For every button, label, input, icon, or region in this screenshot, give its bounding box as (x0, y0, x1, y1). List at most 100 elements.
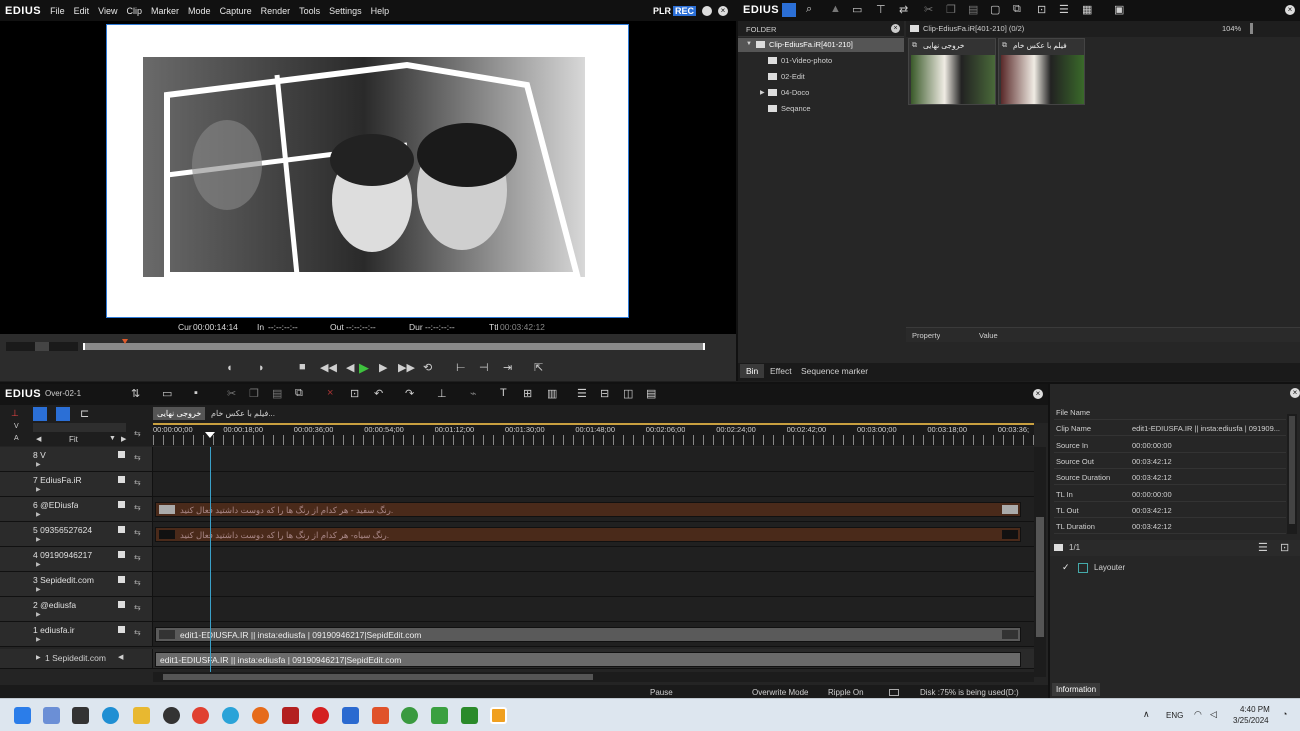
chrome-icon[interactable] (192, 707, 209, 724)
track-visibility-icon[interactable] (118, 626, 125, 633)
ripple-delete-icon[interactable]: ⊡ (350, 387, 359, 400)
paste-icon[interactable]: ▤ (272, 387, 282, 400)
cut-icon[interactable]: ✂ (227, 387, 236, 400)
info-scrollbar[interactable] (1287, 414, 1297, 534)
sync-icon[interactable]: ⇆ (134, 478, 141, 487)
delete-icon[interactable]: × (327, 387, 333, 399)
loop-icon[interactable]: ⟲ (423, 361, 432, 374)
title-icon[interactable]: T (500, 387, 507, 399)
cut-icon[interactable]: ✂ (924, 3, 933, 16)
fit-dropdown[interactable]: Fit (69, 435, 78, 444)
track-visibility-icon[interactable] (118, 526, 125, 533)
volume-icon[interactable]: ◁ (1210, 709, 1217, 720)
play-icon[interactable]: ▶ (359, 360, 369, 376)
menu-capture[interactable]: Capture (220, 6, 252, 16)
delete-icon[interactable]: ⊡ (1280, 541, 1289, 554)
close-icon[interactable]: × (718, 5, 728, 16)
tray-chevron-icon[interactable]: ∧ (1143, 709, 1150, 720)
open-folder-icon[interactable]: ▭ (852, 3, 862, 16)
menu-help[interactable]: Help (371, 6, 390, 16)
redo-icon[interactable]: ↷ (405, 387, 414, 400)
replace-icon[interactable]: ⧉ (295, 387, 303, 400)
track-visibility-icon[interactable] (118, 576, 125, 583)
track-header[interactable]: ▶ 1 Sepidedit.com ◀ (0, 649, 153, 668)
notepad-icon[interactable] (342, 707, 359, 724)
task-view-icon[interactable] (72, 707, 89, 724)
monitor-icon[interactable]: ▢ (990, 3, 1000, 16)
overwrite-icon[interactable]: ⊣ (479, 361, 489, 374)
audio-clip[interactable]: edit1-EDIUSFA.IR || insta:ediusfa | 0919… (155, 652, 1021, 667)
folder-item[interactable]: 02-Edit (738, 70, 904, 84)
view-mode-icon[interactable]: ▦ (1082, 3, 1092, 16)
menu-render[interactable]: Render (261, 6, 291, 16)
set-in-icon[interactable]: ◖ (226, 362, 233, 374)
timeline-ruler[interactable]: 00:00:00;00 00:00:18;00 00:00:36;00 00:00:5… (153, 423, 1034, 446)
folder-root-row[interactable]: ▼ Clip-EdiusFa.iR[401-210] (738, 38, 904, 52)
check-icon[interactable]: ✓ (1062, 562, 1070, 573)
save-icon[interactable]: ▪ (194, 387, 198, 399)
wifi-icon[interactable]: ◠ (1194, 709, 1202, 720)
expand-icon[interactable]: ▶ (36, 561, 41, 568)
new-sequence-icon[interactable]: ⊤ (876, 3, 886, 16)
menu-marker[interactable]: Marker (151, 6, 179, 16)
track-header[interactable]: 4 09190946217 ▶ ⇆ (0, 547, 153, 571)
menu-view[interactable]: View (98, 6, 117, 16)
scrub-playhead[interactable] (122, 339, 129, 344)
bin-close-icon[interactable]: × (1285, 5, 1295, 15)
track-header[interactable]: 5 09356527624 ▶ ⇆ (0, 522, 153, 546)
track-mode-icon[interactable]: ⊥ (11, 408, 23, 420)
clip-thumbnail[interactable]: ⧉ خروجی نهایی (908, 38, 996, 105)
telegram-icon[interactable] (222, 707, 239, 724)
step-forward-icon[interactable]: ▶ (379, 361, 387, 374)
prev-icon[interactable]: ◀ (36, 435, 41, 443)
expand-icon[interactable]: ▶ (36, 654, 41, 661)
sync-icon[interactable]: ⇄ (899, 3, 908, 16)
firefox-icon[interactable] (252, 707, 269, 724)
clock-time[interactable]: 4:40 PM (1240, 705, 1270, 714)
clip-thumbnail[interactable]: ⧉ فیلم با عکس خام (998, 38, 1085, 105)
chrome-alt-icon[interactable] (401, 707, 418, 724)
track-header[interactable]: 8 V ▶ ⇆ (0, 447, 153, 471)
sync-icon[interactable]: ⇆ (134, 453, 141, 462)
mixer-icon[interactable]: ⊞ (523, 387, 532, 400)
sync-icon[interactable]: ⇆ (134, 628, 141, 637)
menu-file[interactable]: File (50, 6, 65, 16)
export-icon[interactable]: ⇱ (534, 361, 543, 374)
timeline-vscroll[interactable] (1034, 447, 1046, 677)
delete-icon[interactable]: ⊡ (1037, 3, 1046, 16)
track-visibility-icon[interactable] (118, 451, 125, 458)
add-to-timeline-icon[interactable]: ⇥ (503, 361, 512, 374)
start-icon[interactable] (14, 707, 31, 724)
opera-icon[interactable] (312, 707, 329, 724)
expand-icon[interactable]: ▶ (36, 586, 41, 593)
folder-item[interactable]: ▶ 04-Doco (738, 86, 904, 100)
menu-clip[interactable]: Clip (127, 6, 143, 16)
link-mode-icon[interactable] (56, 407, 70, 421)
set-out-icon[interactable]: ◗ (258, 362, 265, 374)
copy-icon[interactable]: ❐ (249, 387, 259, 400)
folder-item[interactable]: Seqance (738, 102, 904, 116)
next-icon[interactable]: ▶ (121, 435, 126, 443)
track-visibility-icon[interactable] (118, 476, 125, 483)
track-visibility-icon[interactable] (118, 601, 125, 608)
player-app-icon[interactable] (461, 707, 478, 724)
folder-view-icon[interactable] (782, 3, 796, 17)
shuttle-slider[interactable] (6, 342, 78, 351)
plr-button[interactable]: PLR (653, 6, 671, 16)
sync-lock-icon[interactable] (33, 407, 47, 421)
expand-icon[interactable]: ▶ (36, 636, 41, 643)
sync-icon[interactable]: ⇆ (134, 603, 141, 612)
zoom-slider[interactable] (1250, 23, 1253, 34)
speaker-icon[interactable]: ◀ (118, 653, 123, 661)
expand-icon[interactable]: ▶ (36, 511, 41, 518)
track-header[interactable]: 3 Sepidedit.com ▶ ⇆ (0, 572, 153, 596)
search-icon[interactable]: ⌕ (806, 3, 812, 16)
track-visibility-icon[interactable] (118, 501, 125, 508)
set-marker-icon[interactable]: ⊥ (437, 387, 447, 400)
track-header[interactable]: 6 @EDiusfa ▶ ⇆ (0, 497, 153, 521)
expand-icon[interactable]: ▶ (36, 486, 41, 493)
timeline-close-icon[interactable]: × (1033, 389, 1043, 399)
scrub-bar[interactable] (83, 339, 705, 350)
expand-icon[interactable]: ▶ (36, 461, 41, 468)
tab-sequence-marker[interactable]: Sequence marker (801, 366, 868, 376)
